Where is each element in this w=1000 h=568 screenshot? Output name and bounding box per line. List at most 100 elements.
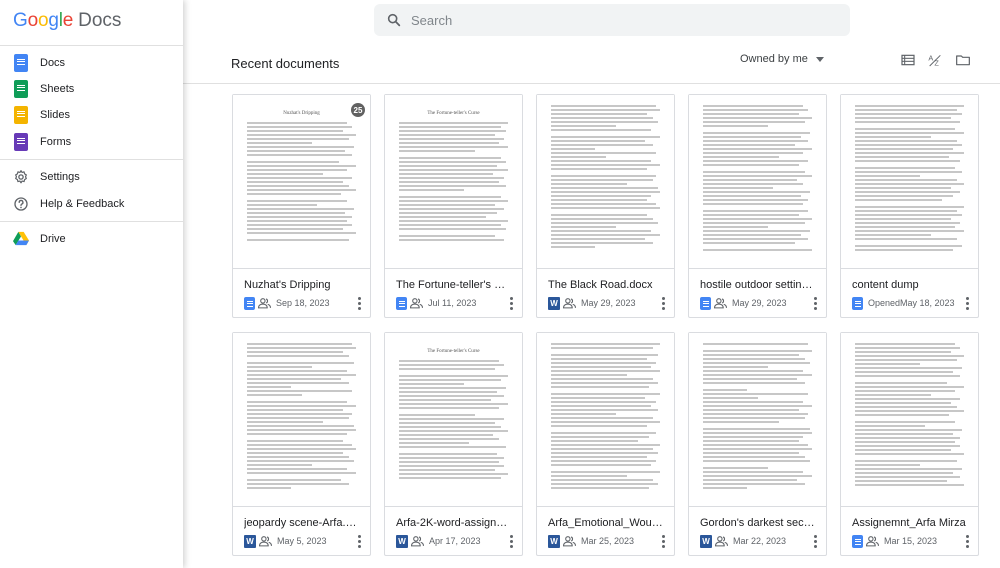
more-options-icon[interactable]	[508, 297, 514, 310]
drawer-item-forms[interactable]: Forms	[0, 129, 183, 155]
brand-letter: e	[62, 10, 74, 31]
document-card[interactable]: jeopardy scene-Arfa.docx W May 5, 2023	[232, 332, 371, 556]
document-title: hostile outdoor setting-Arfa.docx	[700, 279, 816, 291]
document-title: Gordon's darkest secret.docx	[700, 517, 816, 529]
document-card[interactable]: The Black Road.docx W May 29, 2023	[536, 94, 675, 318]
drawer-item-label: Forms	[40, 136, 72, 148]
document-date: May 29, 2023	[732, 298, 787, 308]
drawer-item-label: Drive	[40, 233, 66, 245]
folder-icon[interactable]	[955, 52, 971, 68]
svg-text:A: A	[928, 54, 933, 63]
document-card[interactable]: Arfa_Emotional_Wound.docx W Mar 25, 2023	[536, 332, 675, 556]
kebab-dot	[509, 540, 513, 543]
drawer-item-settings[interactable]: Settings	[0, 164, 183, 190]
comment-count-badge: 25	[351, 103, 365, 117]
product-name: Docs	[78, 10, 122, 31]
forms-icon	[14, 133, 28, 151]
search-box[interactable]: Search	[374, 4, 850, 36]
document-thumbnail	[233, 333, 370, 507]
docs-file-icon	[244, 296, 255, 310]
docs-file-icon	[852, 296, 863, 310]
word-file-icon: W	[548, 534, 560, 548]
document-meta: Sep 18, 2023	[244, 296, 330, 310]
kebab-dot	[965, 545, 969, 548]
svg-text:Z: Z	[934, 58, 939, 67]
document-info: The Black Road.docx W May 29, 2023	[537, 270, 674, 318]
document-info: Arfa_Emotional_Wound.docx W Mar 25, 2023	[537, 508, 674, 556]
brand-letter: o	[27, 10, 39, 31]
drawer-item-label: Settings	[40, 171, 80, 183]
list-view-icon[interactable]	[900, 52, 916, 68]
drawer-item-drive[interactable]: Drive	[0, 226, 183, 252]
brand-letter: o	[37, 10, 49, 31]
kebab-dot	[813, 302, 817, 305]
document-thumbnail	[689, 95, 826, 269]
more-options-icon[interactable]	[356, 535, 362, 548]
document-thumbnail	[537, 333, 674, 507]
drawer-item-sheets[interactable]: Sheets	[0, 76, 183, 102]
document-card[interactable]: The Fortune-teller's Curse The Fortune-te…	[384, 94, 523, 318]
drawer-item-docs[interactable]: Docs	[0, 50, 183, 76]
top-bar: Search	[183, 0, 1000, 40]
google-docs-logo[interactable]: Google Docs	[13, 10, 121, 32]
drawer-item-slides[interactable]: Slides	[0, 102, 183, 128]
shared-icon	[714, 298, 727, 309]
shared-icon	[563, 536, 576, 547]
shared-icon	[563, 298, 576, 309]
document-meta: W Mar 22, 2023	[700, 534, 786, 548]
kebab-dot	[509, 302, 513, 305]
slides-icon	[14, 106, 28, 124]
more-options-icon[interactable]	[356, 297, 362, 310]
chevron-down-icon	[815, 56, 824, 62]
page-title: Recent documents	[231, 56, 340, 71]
thumbnail-title: Nuzhat's Dripping	[283, 111, 320, 116]
kebab-dot	[813, 545, 817, 548]
document-card[interactable]: Nuzhat's Dripping 25 Nuzhat's Dripping Sep …	[232, 94, 371, 318]
document-card[interactable]: hostile outdoor setting-Arfa.docx May 29,…	[688, 94, 827, 318]
document-info: The Fortune-teller's Curse Jul 11, 2023	[385, 270, 522, 318]
thumbnail-title: The Fortune-teller's Curse	[427, 111, 480, 116]
word-file-icon: W	[700, 534, 712, 548]
document-card[interactable]: Assignemnt_Arfa Mirza Mar 15, 2023	[840, 332, 979, 556]
owner-filter-label: Owned by me	[740, 53, 808, 65]
document-date: Sep 18, 2023	[276, 298, 330, 308]
document-date: Jul 11, 2023	[428, 298, 477, 308]
help-icon	[14, 197, 28, 211]
document-title: Arfa-2K-word-assignment.docx	[396, 517, 512, 529]
sort-az-icon[interactable]: A Z	[927, 52, 943, 68]
document-card[interactable]: content dump Opened May 18, 2023	[840, 94, 979, 318]
more-options-icon[interactable]	[508, 535, 514, 548]
navigation-drawer: Google Docs Docs Sheets Slides Forms Set…	[0, 0, 183, 568]
document-card[interactable]: Gordon's darkest secret.docx W Mar 22, 202…	[688, 332, 827, 556]
kebab-dot	[509, 535, 513, 538]
drawer-item-help[interactable]: Help & Feedback	[0, 191, 183, 217]
more-options-icon[interactable]	[660, 297, 666, 310]
brand-letter: G	[13, 10, 28, 31]
kebab-dot	[509, 297, 513, 300]
divider	[0, 45, 183, 46]
date-prefix: Opened	[868, 298, 901, 308]
document-meta: W Mar 25, 2023	[548, 534, 634, 548]
more-options-icon[interactable]	[812, 297, 818, 310]
more-options-icon[interactable]	[660, 535, 666, 548]
drawer-item-label: Docs	[40, 57, 66, 69]
more-options-icon[interactable]	[964, 535, 970, 548]
kebab-dot	[509, 545, 513, 548]
kebab-dot	[965, 302, 969, 305]
owner-filter-dropdown[interactable]: Owned by me	[740, 53, 824, 65]
shared-icon	[715, 536, 728, 547]
kebab-dot	[357, 545, 361, 548]
document-card[interactable]: The Fortune-teller's Curse Arfa-2K-word-a…	[384, 332, 523, 556]
more-options-icon[interactable]	[964, 297, 970, 310]
kebab-dot	[813, 535, 817, 538]
document-date: Apr 17, 2023	[429, 536, 481, 546]
document-title: Arfa_Emotional_Wound.docx	[548, 517, 664, 529]
kebab-dot	[661, 545, 665, 548]
document-meta: W May 5, 2023	[244, 534, 327, 548]
document-info: Gordon's darkest secret.docx W Mar 22, 202…	[689, 508, 826, 556]
document-meta: W Apr 17, 2023	[396, 534, 481, 548]
search-input[interactable]: Search	[411, 13, 452, 28]
document-info: content dump Opened May 18, 2023	[841, 270, 978, 318]
more-options-icon[interactable]	[812, 535, 818, 548]
document-thumbnail: The Fortune-teller's Curse	[385, 95, 522, 269]
